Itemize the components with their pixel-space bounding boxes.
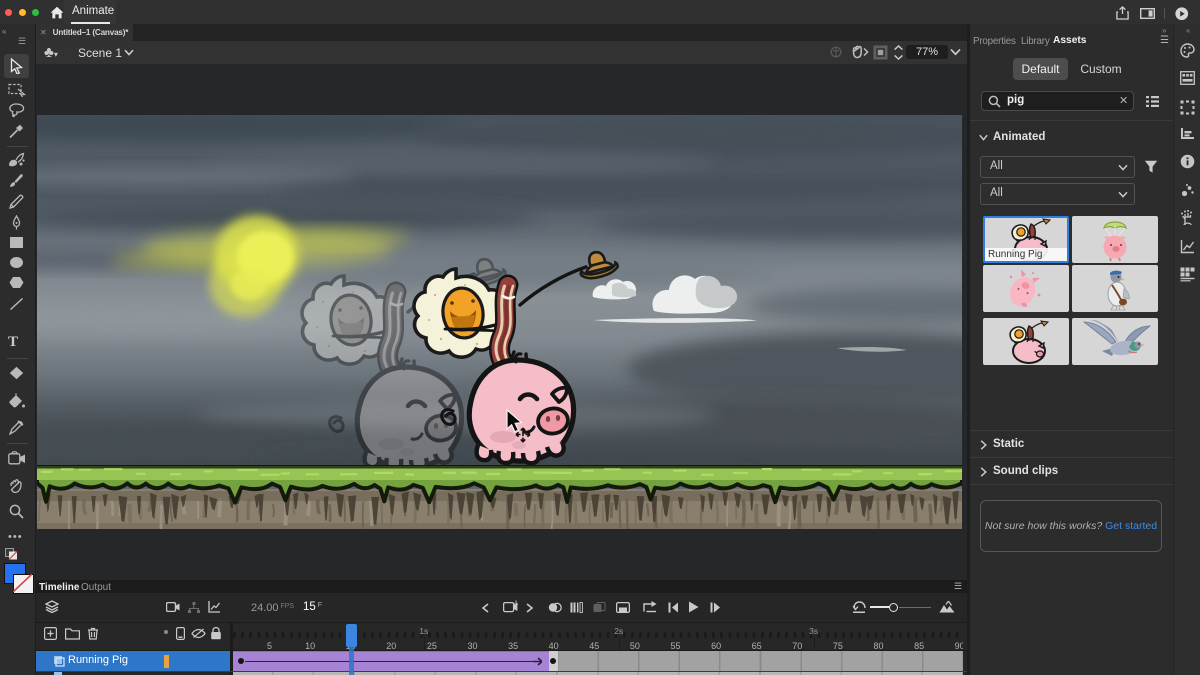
svg-text:A: A	[514, 601, 518, 607]
